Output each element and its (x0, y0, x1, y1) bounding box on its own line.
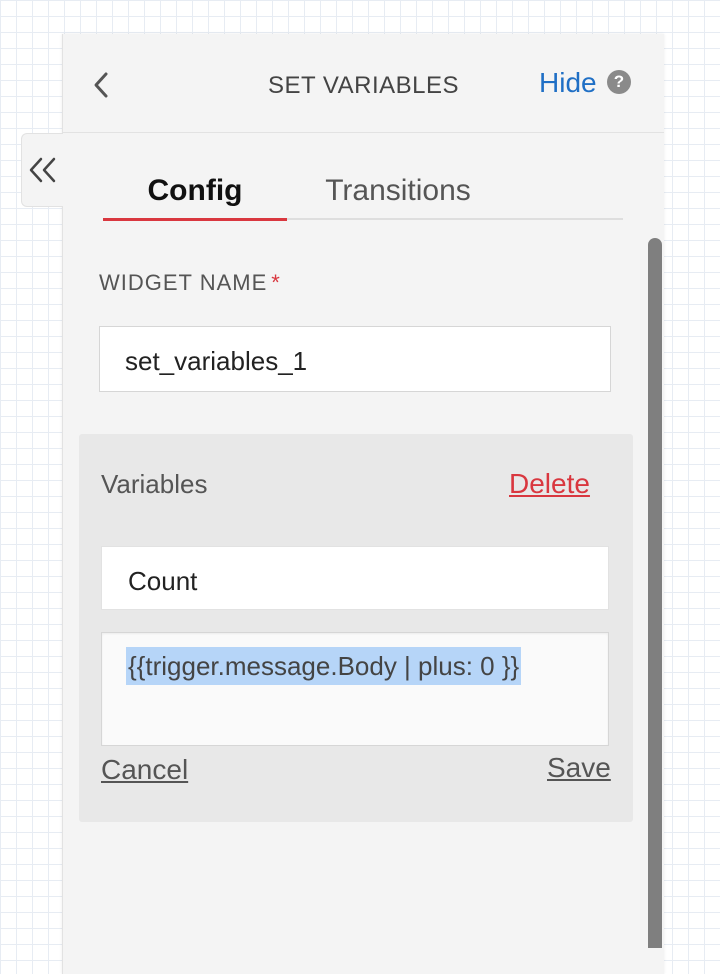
panel-header: SET VARIABLES Hide ? (63, 34, 664, 133)
widget-name-input[interactable]: set_variables_1 (99, 326, 611, 392)
question-circle-icon[interactable]: ? (607, 70, 631, 94)
collapse-panel-button[interactable] (21, 133, 63, 207)
tab-transitions[interactable]: Transitions (303, 174, 493, 218)
cancel-button[interactable]: Cancel (101, 754, 188, 786)
tab-bar: Config Transitions (103, 174, 623, 221)
selected-value-text: {{trigger.message.Body | plus: 0 }} (126, 647, 522, 685)
variable-key-input[interactable]: Count (101, 546, 609, 610)
tab-config[interactable]: Config (103, 174, 287, 221)
variables-title: Variables (101, 469, 208, 499)
delete-button[interactable]: Delete (509, 468, 590, 500)
required-marker: * (271, 270, 281, 295)
variable-value-input[interactable]: {{trigger.message.Body | plus: 0 }} (101, 632, 609, 746)
hide-button[interactable]: Hide (539, 67, 597, 99)
widget-config-panel: SET VARIABLES Hide ? Config Transitions … (62, 34, 664, 974)
variable-editor: Variables Delete Count {{trigger.message… (79, 434, 633, 822)
scrollbar-thumb[interactable] (648, 238, 662, 948)
widget-name-label-text: WIDGET NAME (99, 270, 268, 295)
widget-name-label: WIDGET NAME * (99, 270, 281, 296)
double-chevron-left-icon (29, 157, 56, 183)
save-button[interactable]: Save (547, 752, 611, 784)
